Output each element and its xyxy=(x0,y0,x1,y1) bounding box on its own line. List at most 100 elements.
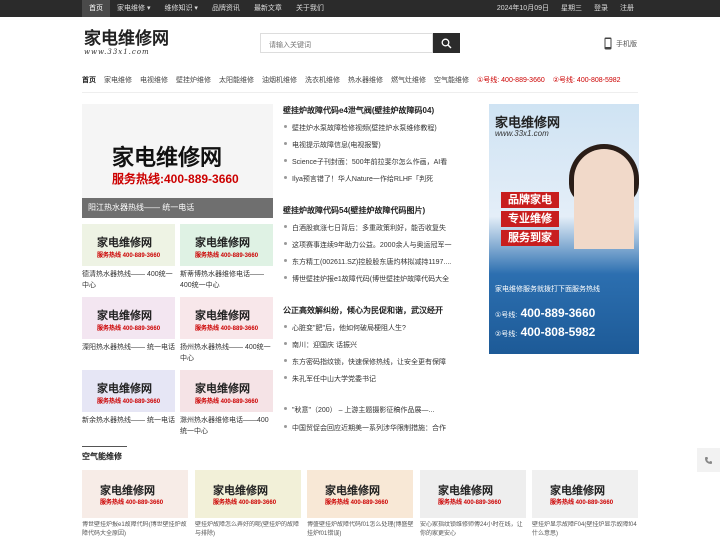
news-item[interactable]: 壁挂炉水泵故障检修视频(壁挂炉水泵维修教程) xyxy=(283,120,483,137)
ad-slogan-1: 品牌家电 xyxy=(501,192,559,208)
card-image[interactable]: 家电维修网服务热线 400-889-3660 xyxy=(532,470,638,518)
thumb-caption[interactable]: 扬州热水器热线—— 400统一中心 xyxy=(180,342,275,366)
news-item[interactable]: Science子刊封面：500年前拉斐尔怎么作画，AI看 xyxy=(283,154,483,171)
ad-phone-1: ①号线: 400-889-3660 xyxy=(495,306,596,320)
card-title: 家电维修网 xyxy=(213,484,268,497)
thumb-caption[interactable]: 新余热水器热线—— 统一电话 xyxy=(82,415,177,439)
card-title: 家电维修网 xyxy=(438,484,493,497)
news-item[interactable]: Ilya预言错了！华人Nature一作给RLHF「判死 xyxy=(283,171,483,188)
card-hotline: 服务热线 400-889-3660 xyxy=(325,500,389,506)
card-hotline: 服务热线 400-889-3660 xyxy=(550,500,614,506)
news-item[interactable]: 白酒股疯涨七日背后：多重政策利好，能否收复失 xyxy=(283,220,483,237)
thumb-caption[interactable]: 德清热水器热线—— 400统一中心 xyxy=(82,269,177,293)
top-nav-home[interactable]: 首页 xyxy=(82,0,110,17)
news-item[interactable]: 这项赛事连续9年助力公益。2000余人与奥运冠军一 xyxy=(283,237,483,254)
side-contact-button[interactable] xyxy=(697,448,720,472)
news-group: "秋意"（200） – 上游主题摄影征稿作品展—... 中国贸促会回应近期美一系… xyxy=(283,402,483,438)
top-nav-about[interactable]: 关于我们 xyxy=(289,0,331,17)
card-hotline: 服务热线 400-889-3660 xyxy=(438,500,502,506)
thumb-caption[interactable]: 斯蒂博热水器维修电话——400统一中心 xyxy=(180,269,275,293)
top-nav-appliance-repair[interactable]: 家电维修 ▾ xyxy=(110,0,157,17)
cat-appliance[interactable]: 家电维修 xyxy=(104,75,132,85)
section-title[interactable]: 空气能维修 xyxy=(82,451,122,462)
thumb-hotline: 服务热线 400-889-3660 xyxy=(195,399,259,405)
cat-boiler[interactable]: 壁挂炉维修 xyxy=(176,75,211,85)
cat-stove[interactable]: 燃气灶维修 xyxy=(391,75,426,85)
register-link[interactable]: 注册 xyxy=(614,0,640,17)
card-hotline: 服务热线 400-889-3660 xyxy=(100,500,164,506)
thumb-caption[interactable]: 滁州热水器维修电话——400统一中心 xyxy=(180,415,275,439)
news-group: 壁挂炉故障代码e4泄气阀(壁挂炉故障码04) 壁挂炉水泵故障检修视频(壁挂炉水泵… xyxy=(283,104,483,188)
top-nav-latest[interactable]: 最新文章 xyxy=(247,0,289,17)
news-item[interactable]: 东方密码指纹锁，快速保修热线，让安全更有保障 xyxy=(283,354,483,371)
banner-title: 家电维修网 xyxy=(112,145,223,171)
cat-heater[interactable]: 热水器维修 xyxy=(348,75,383,85)
login-link[interactable]: 登录 xyxy=(588,0,614,17)
card-image[interactable]: 家电维修网 服务热线 400-889-3660 xyxy=(82,470,188,518)
news-headline[interactable]: 壁挂炉故障代码54(壁挂炉故障代码图片) xyxy=(283,204,483,217)
card-caption[interactable]: 安心家指纹锁维修师傅24小时在线，让你的家更安心 xyxy=(420,521,528,540)
card-image[interactable]: 家电维修网服务热线 400-889-3660 xyxy=(307,470,413,518)
chevron-down-icon: ▾ xyxy=(145,5,151,12)
section-underline xyxy=(82,446,127,447)
thumb-hotline: 服务热线 400-889-3660 xyxy=(97,326,161,332)
mobile-link[interactable]: 手机版 xyxy=(604,37,637,50)
card-caption[interactable]: 壁挂炉故障怎么弄好的呢(壁挂炉的故障与排除) xyxy=(195,521,303,540)
site-logo[interactable]: 家电维修网 www.33x1.com xyxy=(84,31,170,57)
news-headline[interactable]: 壁挂炉故障代码e4泄气阀(壁挂炉故障码04) xyxy=(283,104,483,117)
news-item[interactable]: "秋意"（200） – 上游主题摄影征稿作品展—... xyxy=(283,402,483,420)
hotline-ad[interactable]: 家电维修网 www.33x1.com 品牌家电 专业维修 服务到家 家电维修服务… xyxy=(489,104,639,354)
top-nav-brand-news[interactable]: 品牌资讯 xyxy=(205,0,247,17)
card-caption[interactable]: 壁挂炉显示故障F04(壁挂炉显示故障f04什么意思) xyxy=(532,521,640,540)
search-input[interactable] xyxy=(261,36,432,55)
card-image[interactable]: 家电维修网服务热线 400-889-3660 xyxy=(420,470,526,518)
cat-solar[interactable]: 太阳能维修 xyxy=(219,75,254,85)
thumb-caption[interactable]: 溧阳热水器热线—— 统一电话 xyxy=(82,342,177,366)
news-item[interactable]: 东方精工(002611.SZ)控股股东唐灼林拟减持1197.... xyxy=(283,254,483,271)
cat-hood[interactable]: 油烟机维修 xyxy=(262,75,297,85)
news-item[interactable]: 心脏变"肥"后，他如何破局梗阻人生? xyxy=(283,320,483,337)
thumb-image[interactable]: 家电维修网 服务热线 400-889-3660 xyxy=(82,370,175,412)
thumb-hotline: 服务热线 400-889-3660 xyxy=(195,326,259,332)
card-title: 家电维修网 xyxy=(325,484,380,497)
logo-title: 家电维修网 xyxy=(84,29,169,49)
cat-tv[interactable]: 电视维修 xyxy=(140,75,168,85)
thumb-image[interactable]: 家电维修网 服务热线 400-889-3660 xyxy=(82,224,175,266)
news-item[interactable]: 电视提示故障信息(电视报警) xyxy=(283,137,483,154)
thumb-image[interactable]: 家电维修网服务热线 400-889-3660 xyxy=(180,370,273,412)
news-item[interactable]: 朱孔军任中山大学党委书记 xyxy=(283,371,483,388)
thumb-title: 家电维修网 xyxy=(195,382,250,395)
news-item[interactable]: 中国贸促会回应近期美一系列涉华限制措施：合作 xyxy=(283,420,483,438)
news-headline[interactable]: 公正高效解纠纷，倾心为民促和谐，武汉经开 xyxy=(283,304,483,317)
cat-air-energy[interactable]: 空气能维修 xyxy=(434,75,469,85)
ad-line: 家电维修服务就拨打下面服务热线 xyxy=(495,286,600,293)
hotline-2[interactable]: ②号线: 400-808-5982 xyxy=(553,75,621,85)
banner-caption[interactable]: 阳江热水器热线—— 统一电话 xyxy=(82,198,273,218)
news-group: 公正高效解纠纷，倾心为民促和谐，武汉经开 心脏变"肥"后，他如何破局梗阻人生? … xyxy=(283,304,483,388)
hotline-1[interactable]: ①号线: 400-889-3660 xyxy=(477,75,545,85)
top-nav-repair-knowledge[interactable]: 维修知识 ▾ xyxy=(157,0,204,17)
top-nav: 首页 家电维修 ▾ 维修知识 ▾ 品牌资讯 最新文章 关于我们 xyxy=(82,0,331,17)
thumb-image[interactable]: 家电维修网 服务热线 400-889-3660 xyxy=(180,297,273,339)
thumb-image[interactable]: 家电维修网 服务热线 400-889-3660 xyxy=(180,224,273,266)
card-title: 家电维修网 xyxy=(550,484,605,497)
news-item[interactable]: 博世壁挂炉报e1故障代码(博世壁挂炉故障代码大全 xyxy=(283,271,483,288)
featured-banner[interactable]: 家电维修网 服务热线:400-889-3660 阳江热水器热线—— 统一电话 xyxy=(82,104,273,218)
cat-home[interactable]: 首页 xyxy=(82,75,96,85)
ad-phone-2: ②号线: 400-808-5982 xyxy=(495,325,596,339)
cat-washer[interactable]: 洗衣机维修 xyxy=(305,75,340,85)
phone-icon xyxy=(604,37,612,50)
thumb-hotline: 服务热线 400-889-3660 xyxy=(97,253,161,259)
news-item[interactable]: 南川：迎国庆 话振兴 xyxy=(283,337,483,354)
ad-slogan-3: 服务到家 xyxy=(501,230,559,246)
banner-hotline: 服务热线:400-889-3660 xyxy=(112,172,239,186)
card-caption[interactable]: 博世壁挂炉报e1故障代码(博世壁挂炉故障代码大全原因) xyxy=(82,521,190,540)
card-caption[interactable]: 博盛壁挂炉故障代码f01怎么处理(博盛壁挂炉f01错误) xyxy=(307,521,415,540)
ad-slogan-2: 专业维修 xyxy=(501,211,559,227)
thumb-title: 家电维修网 xyxy=(97,382,152,395)
thumb-image[interactable]: 家电维修网 服务热线 400-889-3660 xyxy=(82,297,175,339)
ad-url: www.33x1.com xyxy=(495,129,549,138)
card-image[interactable]: 家电维修网 服务热线 400-889-3660 xyxy=(195,470,301,518)
logo-url: www.33x1.com xyxy=(84,48,150,56)
search-button[interactable] xyxy=(433,33,460,53)
